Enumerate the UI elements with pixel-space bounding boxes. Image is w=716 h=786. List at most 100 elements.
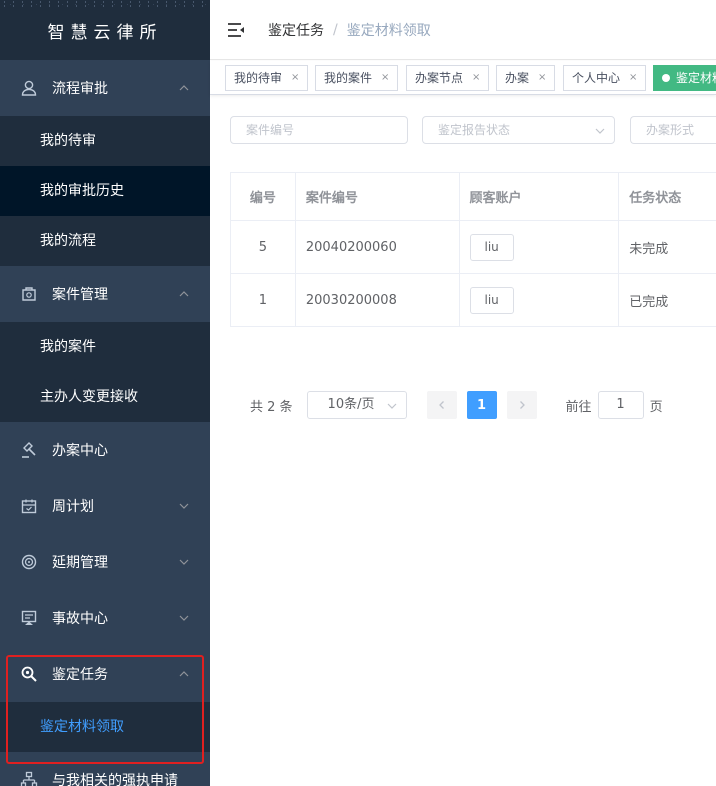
- menu-delay-management[interactable]: 延期管理: [0, 534, 210, 590]
- close-icon[interactable]: ×: [538, 66, 546, 90]
- chevron-down-icon: [387, 403, 396, 409]
- tag-label: 办案: [505, 71, 530, 85]
- handling-form-select[interactable]: 办案形式: [630, 116, 716, 144]
- chevron-up-icon: [179, 291, 189, 297]
- menu-related-enforcement[interactable]: 与我相关的强执申请: [0, 752, 210, 786]
- menu-label: 案件管理: [52, 287, 108, 303]
- active-dot-icon: [662, 74, 670, 82]
- cell-id: 5: [231, 221, 296, 273]
- app-title: 智慧云律所: [0, 0, 210, 60]
- next-page-button[interactable]: [506, 391, 537, 419]
- menu-label: 事故中心: [52, 611, 108, 627]
- goto-suffix: 页: [649, 399, 663, 415]
- tag-case-handling[interactable]: 办案 ×: [496, 65, 556, 91]
- menu-label: 周计划: [52, 499, 94, 515]
- page-jump: 前往 1 页: [566, 391, 663, 419]
- submenu-my-approval-history[interactable]: 我的审批历史: [0, 166, 210, 216]
- table-header-row: 编号 案件编号 顾客账户 任务状态: [231, 173, 716, 221]
- chevron-down-icon: [179, 559, 189, 565]
- calendar-icon: [20, 497, 38, 515]
- sidebar: 智慧云律所 流程审批 我的待审 我的审批历史 我的流程 案件管理 我的案件 主办…: [0, 0, 210, 786]
- close-icon[interactable]: ×: [291, 66, 299, 90]
- header-account: 顾客账户: [460, 173, 620, 220]
- breadcrumb-item-current: 鉴定材料领取: [346, 22, 431, 39]
- submenu-my-cases[interactable]: 我的案件: [0, 322, 210, 372]
- cell-case-no: 20040200060: [296, 221, 460, 273]
- pagination-total: 共 2 条: [250, 399, 293, 415]
- alert-icon: [20, 609, 38, 627]
- breadcrumb-separator: /: [333, 21, 338, 38]
- tag-label: 个人中心: [572, 71, 621, 85]
- case-icon: [20, 285, 38, 303]
- prev-page-button[interactable]: [426, 391, 457, 419]
- report-status-placeholder: 鉴定报告状态: [438, 123, 511, 137]
- tag-my-cases[interactable]: 我的案件 ×: [315, 65, 399, 91]
- chevron-up-icon: [179, 671, 189, 677]
- menu-label: 流程审批: [52, 81, 108, 97]
- menu-label: 延期管理: [52, 555, 108, 571]
- menu-label: 与我相关的强执申请: [52, 773, 178, 786]
- table-row: 5 20040200060 liu 未完成: [231, 221, 716, 274]
- tag-label: 办案节点: [415, 71, 464, 85]
- report-status-select[interactable]: 鉴定报告状态: [422, 116, 615, 144]
- chevron-down-icon: [595, 128, 605, 134]
- goto-page-input[interactable]: 1: [597, 391, 644, 419]
- tag-case-node[interactable]: 办案节点 ×: [406, 65, 490, 91]
- menu-label: 鉴定任务: [52, 667, 108, 683]
- task-table: 编号 案件编号 顾客账户 任务状态 5 20040200060 liu 未完成 …: [230, 172, 716, 327]
- header-status: 任务状态: [629, 191, 682, 206]
- cell-account: liu: [460, 274, 620, 326]
- cell-account: liu: [460, 221, 620, 273]
- cell-case-no: 20030200008: [296, 274, 460, 326]
- tag-personal-center[interactable]: 个人中心 ×: [563, 65, 647, 91]
- pagination: 共 2 条 10条/页 1 前往 1 页: [250, 391, 663, 419]
- menu-appraisal-task[interactable]: 鉴定任务: [0, 646, 210, 702]
- page-size-value: 10条/页: [327, 397, 375, 412]
- account-button[interactable]: liu: [469, 286, 514, 314]
- table-row: 1 20030200008 liu 已完成: [231, 274, 716, 327]
- menu-flow-approval[interactable]: 流程审批: [0, 60, 210, 116]
- chevron-down-icon: [179, 503, 189, 509]
- target-icon: [20, 553, 38, 571]
- hamburger-icon[interactable]: [226, 20, 246, 40]
- top-navbar: 鉴定任务 / 鉴定材料领取: [210, 0, 716, 60]
- goto-prefix: 前往: [565, 399, 592, 415]
- tag-label: 我的案件: [324, 71, 373, 85]
- submenu-my-pending[interactable]: 我的待审: [0, 116, 210, 166]
- page-number-current[interactable]: 1: [466, 391, 497, 419]
- chevron-up-icon: [179, 85, 189, 91]
- tags-view: 我的待审 × 我的案件 × 办案节点 × 办案 × 个人中心 × 鉴定材料领取: [210, 61, 716, 95]
- chevron-right-icon: [519, 401, 525, 409]
- header-id: 编号: [231, 173, 296, 220]
- search-icon: [20, 665, 38, 683]
- close-icon[interactable]: ×: [629, 66, 637, 90]
- submenu-appraisal-material-receive[interactable]: 鉴定材料领取: [0, 702, 210, 752]
- cell-status: 已完成: [629, 294, 669, 310]
- submenu-host-change-receive[interactable]: 主办人变更接收: [0, 372, 210, 422]
- menu-label: 办案中心: [52, 443, 108, 459]
- close-icon[interactable]: ×: [472, 66, 480, 90]
- case-no-input[interactable]: 案件编号: [230, 116, 408, 144]
- chevron-left-icon: [438, 401, 444, 409]
- menu-case-management[interactable]: 案件管理: [0, 266, 210, 322]
- tag-appraisal-material-receive[interactable]: 鉴定材料领取: [653, 65, 716, 91]
- tag-my-pending[interactable]: 我的待审 ×: [225, 65, 309, 91]
- cell-id: 1: [231, 274, 296, 326]
- tag-label: 我的待审: [234, 71, 283, 85]
- breadcrumb: 鉴定任务 / 鉴定材料领取: [268, 20, 431, 40]
- org-icon: [20, 771, 38, 786]
- page-size-select[interactable]: 10条/页: [306, 391, 407, 419]
- submenu-my-flow[interactable]: 我的流程: [0, 216, 210, 266]
- user-icon: [20, 79, 38, 97]
- cell-status: 未完成: [629, 241, 669, 257]
- gavel-icon: [20, 441, 38, 459]
- menu-weekly-plan[interactable]: 周计划: [0, 478, 210, 534]
- account-button[interactable]: liu: [469, 233, 514, 261]
- header-case-no: 案件编号: [296, 173, 460, 220]
- menu-incident-center[interactable]: 事故中心: [0, 590, 210, 646]
- chevron-down-icon: [179, 615, 189, 621]
- menu-case-center[interactable]: 办案中心: [0, 422, 210, 478]
- close-icon[interactable]: ×: [381, 66, 389, 90]
- tag-label: 鉴定材料领取: [676, 71, 716, 85]
- breadcrumb-item-appraisal-task[interactable]: 鉴定任务: [268, 20, 324, 40]
